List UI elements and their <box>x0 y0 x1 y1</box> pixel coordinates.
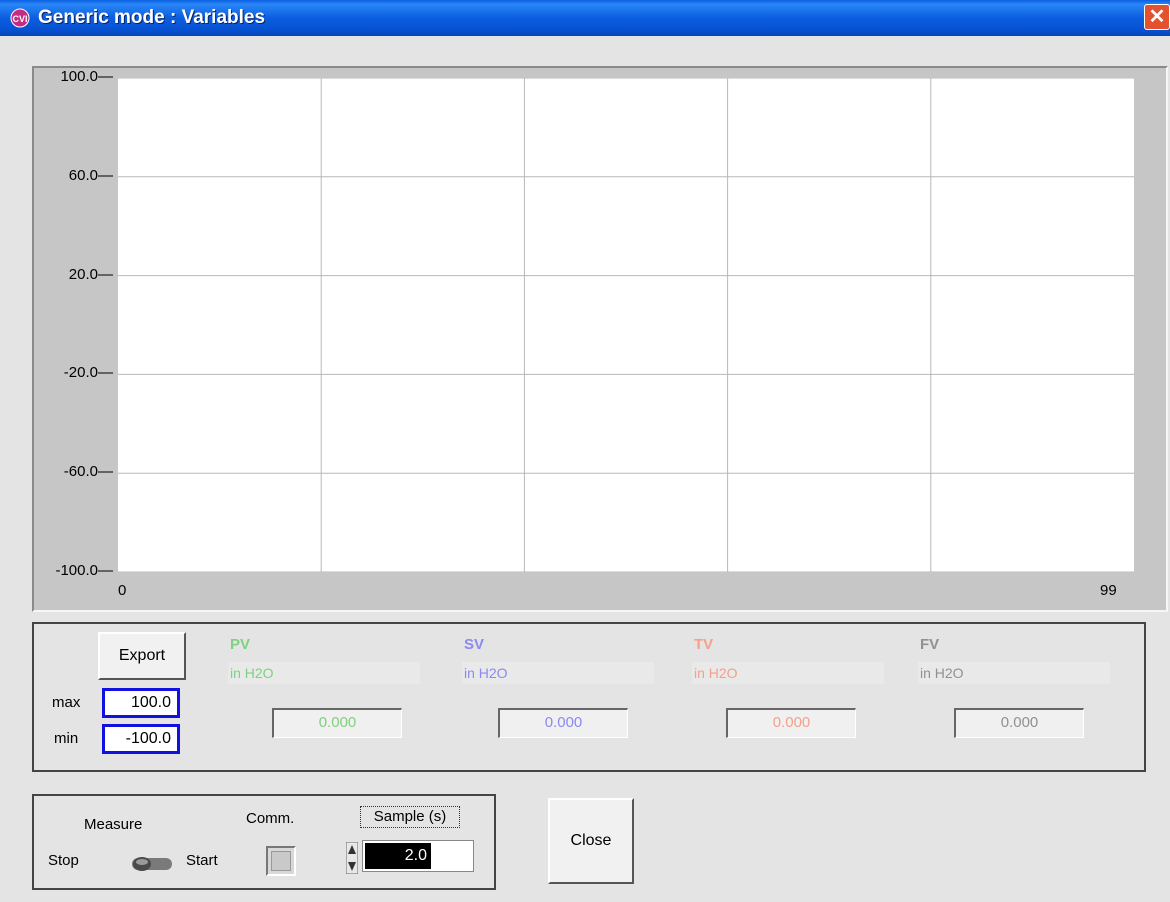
svg-text:CVI: CVI <box>12 14 27 24</box>
strip-chart: 100.0— 60.0— 20.0— -20.0— -60.0— -100.0— 0 99 <box>32 66 1168 612</box>
variable-value: 0.000 <box>726 708 856 738</box>
variable-unit: in H2O <box>692 662 884 684</box>
max-label: max <box>52 694 81 711</box>
y-tick-label: 100.0— <box>60 68 113 85</box>
window-title: Generic mode : Variables <box>38 7 266 28</box>
main-panel: 100.0— 60.0— 20.0— -20.0— -60.0— -100.0— 0 99 … <box>0 36 1170 902</box>
y-tick-label: 60.0— <box>68 166 113 184</box>
controls-panel: Measure Stop Start Comm. Sample (s) 2.0 <box>32 794 496 890</box>
start-label: Start <box>186 852 218 869</box>
sample-input[interactable]: 2.0 <box>362 840 474 872</box>
min-label: min <box>54 730 79 747</box>
measure-label: Measure <box>84 816 143 833</box>
variable-unit: in H2O <box>462 662 654 684</box>
stop-label: Stop <box>48 852 79 869</box>
y-tick-label: -100.0— <box>55 562 113 579</box>
sample-label: Sample (s) <box>360 806 460 828</box>
variable-unit: in H2O <box>918 662 1110 684</box>
cvi-app-icon: CVI <box>10 8 30 28</box>
comm-led-indicator <box>271 851 291 871</box>
close-window-icon[interactable]: ✕ <box>1144 4 1170 30</box>
variable-name: TV <box>694 636 714 653</box>
x-tick-label: 99 <box>1100 582 1117 599</box>
export-button[interactable]: Export <box>98 632 186 680</box>
variables-panel: Export max 100.0 min -100.0 PV in H2O 0.… <box>32 622 1146 772</box>
y-tick-label: -60.0— <box>63 463 113 481</box>
max-input[interactable]: 100.0 <box>102 688 180 718</box>
variable-unit: in H2O <box>228 662 420 684</box>
variable-name: SV <box>464 636 485 653</box>
comm-led <box>266 846 296 876</box>
measure-toggle[interactable] <box>130 854 176 874</box>
variable-name: FV <box>920 636 940 653</box>
sample-spinner[interactable] <box>346 842 358 874</box>
close-button[interactable]: Close <box>548 798 634 884</box>
plot-area <box>118 78 1134 572</box>
variable-value: 0.000 <box>272 708 402 738</box>
y-tick-label: -20.0— <box>63 364 113 382</box>
min-input[interactable]: -100.0 <box>102 724 180 754</box>
variable-value: 0.000 <box>498 708 628 738</box>
variable-value: 0.000 <box>954 708 1084 738</box>
variable-name: PV <box>230 636 251 653</box>
sample-value: 2.0 <box>365 843 431 869</box>
title-bar: CVI Generic mode : Variables ✕ <box>0 0 1170 36</box>
y-tick-label: 20.0— <box>68 265 113 283</box>
comm-label: Comm. <box>246 810 295 827</box>
x-tick-label: 0 <box>118 582 127 599</box>
